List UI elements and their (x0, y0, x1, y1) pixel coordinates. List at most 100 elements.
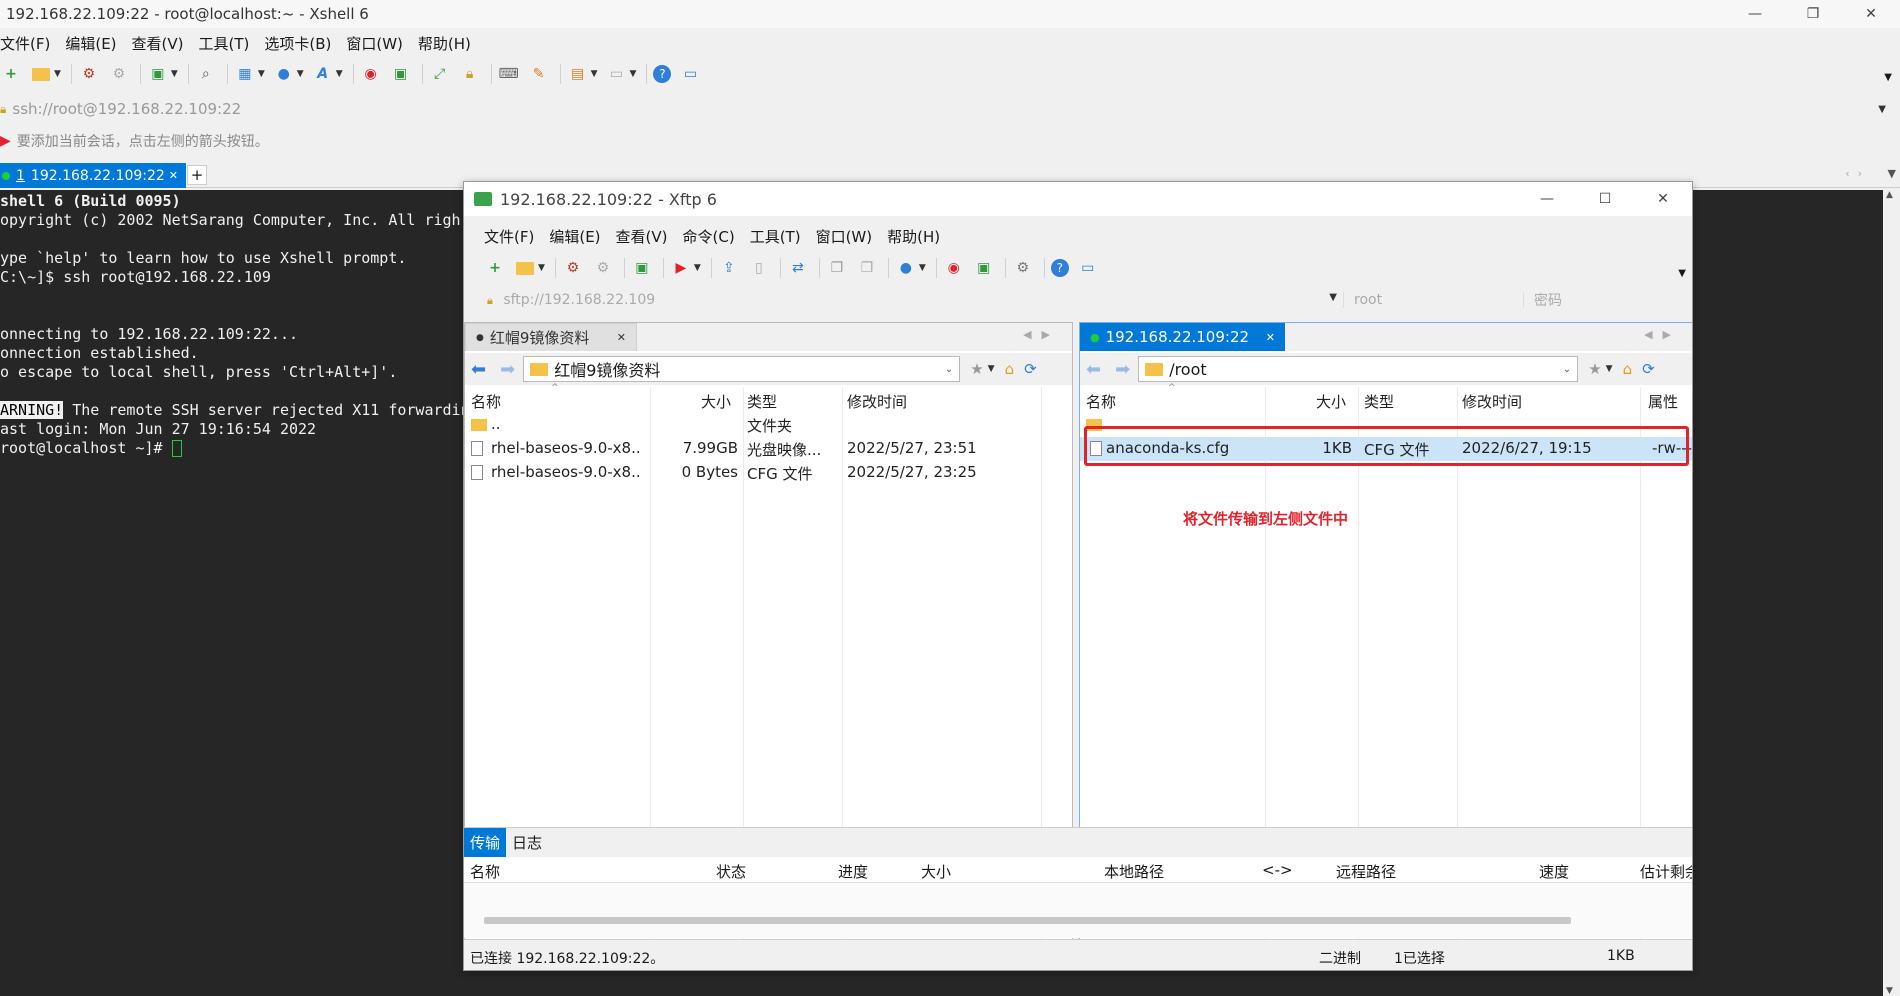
xftp-menu-tools[interactable]: 工具(T) (750, 226, 801, 247)
font-icon[interactable]: A (312, 63, 334, 85)
open-folder-icon[interactable] (514, 257, 536, 279)
session-address[interactable]: ssh://root@192.168.22.109:22 (12, 100, 241, 118)
col-attributes[interactable]: 属性 (1648, 391, 1678, 412)
back-arrow-icon[interactable]: ⬅ (1086, 359, 1101, 380)
col-progress[interactable]: 进度 (838, 861, 868, 882)
menu-edit[interactable]: 编辑(E) (65, 33, 116, 54)
xftp-menu-edit[interactable]: 编辑(E) (549, 226, 600, 247)
menu-help[interactable]: 帮助(H) (418, 33, 471, 54)
col-name[interactable]: 名称 (471, 391, 501, 412)
minimize-button[interactable]: — (1726, 0, 1784, 28)
xftp-maximize-button[interactable]: ☐ (1576, 182, 1634, 216)
xftp-menu-view[interactable]: 查看(V) (616, 226, 668, 247)
address-dropdown-icon[interactable]: ▼ (1878, 104, 1886, 115)
sftp-url-field[interactable]: 🔒︎ sftp://192.168.22.109 ▼ (479, 292, 1344, 308)
remote-pane-tab[interactable]: ● 192.168.22.109:22 ✕ (1080, 323, 1285, 351)
back-arrow-icon[interactable]: ⬅ (471, 359, 486, 380)
bookmark-star-icon[interactable]: ★ (1588, 360, 1601, 378)
path-dropdown-icon[interactable]: ⌄ (945, 364, 953, 375)
transfer-horizontal-scrollbar[interactable] (484, 917, 1571, 924)
menu-window[interactable]: 窗口(W) (346, 33, 403, 54)
xmanager-icon[interactable]: ◉ (360, 63, 382, 85)
path-dropdown-icon[interactable]: ⌄ (1563, 364, 1571, 375)
play-icon[interactable]: ▶ (670, 257, 692, 279)
col-status[interactable]: 状态 (716, 861, 746, 882)
reconnect-icon[interactable]: ▣ (631, 257, 653, 279)
tab-list-icon[interactable]: ▼ (1888, 167, 1896, 180)
open-folder-icon[interactable] (30, 63, 52, 85)
new-session-icon[interactable]: + (484, 257, 506, 279)
close-tab-icon[interactable]: ✕ (169, 169, 178, 182)
xftp-icon[interactable]: ▣ (973, 257, 995, 279)
compose-icon[interactable]: ▭ (606, 63, 628, 85)
xftp-minimize-button[interactable]: — (1518, 182, 1576, 216)
connect-icon[interactable]: ⚙ (562, 257, 584, 279)
xftp-menu-command[interactable]: 命令(C) (683, 226, 735, 247)
tab-scroll-arrows-icon[interactable]: ‹› (1845, 167, 1870, 180)
fullscreen-icon[interactable]: ⤢ (429, 63, 451, 85)
xftp-menu-help[interactable]: 帮助(H) (887, 226, 940, 247)
disconnect-icon[interactable]: ⚙ (592, 257, 614, 279)
refresh-icon[interactable]: ⟳ (1024, 360, 1037, 378)
session-tab[interactable]: 1 192.168.22.109:22 ✕ (0, 163, 186, 188)
col-size[interactable]: 大小 (921, 861, 951, 882)
settings-gear-icon[interactable]: ⚙ (1012, 257, 1034, 279)
col-name[interactable]: 名称 (1086, 391, 1116, 412)
xftp-close-button[interactable]: ✕ (1634, 182, 1692, 216)
menu-tools[interactable]: 工具(T) (199, 33, 250, 54)
lock-icon[interactable]: 🔒︎ (459, 63, 481, 85)
highlight-icon[interactable]: ✎ (528, 63, 550, 85)
terminal-scrollbar[interactable]: ▲ ▼ (1883, 190, 1900, 996)
add-tab-button[interactable]: + (187, 165, 207, 185)
col-name[interactable]: 名称 (470, 861, 500, 882)
script-icon[interactable]: ▤ (567, 63, 589, 85)
tab-transfer[interactable]: 传输 (464, 828, 507, 857)
home-icon[interactable]: ⌂ (1623, 360, 1633, 378)
forward-arrow-icon[interactable]: ➡ (500, 359, 515, 380)
col-size[interactable]: 大小 (1316, 391, 1346, 412)
home-icon[interactable]: ⌂ (1005, 360, 1015, 378)
col-direction[interactable]: <-> (1262, 861, 1293, 879)
pane-tab-arrows-icon[interactable]: ◀▶ (1023, 328, 1060, 341)
restore-button[interactable]: ❐ (1784, 0, 1842, 28)
sync-icon[interactable]: ⇄ (787, 257, 809, 279)
xftp-menu-window[interactable]: 窗口(W) (816, 226, 873, 247)
close-button[interactable]: ✕ (1842, 0, 1900, 28)
layout-icon[interactable]: ▦ (234, 63, 256, 85)
menu-file[interactable]: 文件(F) (0, 33, 50, 54)
xshell-address-bar[interactable]: 🔒︎ ssh://root@192.168.22.109:22 ▼ (0, 97, 1890, 121)
menu-tabs[interactable]: 选项卡(B) (264, 33, 331, 54)
close-tab-icon[interactable]: ✕ (1266, 331, 1275, 344)
pane-tab-arrows-icon[interactable]: ◀▶ (1644, 328, 1681, 341)
close-tab-icon[interactable]: ✕ (617, 331, 626, 344)
xftp-toolbar-overflow-icon[interactable]: ▼ (1678, 268, 1686, 279)
disconnect-icon[interactable]: ⚙ (108, 63, 130, 85)
url-dropdown-icon[interactable]: ▼ (1329, 292, 1337, 303)
password-field[interactable]: 密码 (1524, 290, 1562, 310)
transfer-mode[interactable]: 二进制 (1319, 948, 1361, 968)
col-eta[interactable]: 估计剩余 (1640, 861, 1692, 882)
menu-view[interactable]: 查看(V) (132, 33, 184, 54)
forward-arrow-icon[interactable]: ➡ (1115, 359, 1130, 380)
download-icon[interactable]: ▯ (748, 257, 770, 279)
toolbar-overflow-icon[interactable]: ▼ (1884, 72, 1892, 83)
xftp-icon[interactable]: ▣ (390, 63, 412, 85)
globe-icon[interactable]: ● (273, 63, 295, 85)
username-field[interactable]: root (1344, 292, 1524, 308)
bookmark-dropdown-icon[interactable]: ▼ (988, 364, 995, 374)
remote-path-field[interactable]: /root ⌄ (1138, 356, 1579, 382)
scroll-down-icon[interactable]: ▼ (1886, 986, 1893, 996)
xftp-menu-file[interactable]: 文件(F) (484, 226, 534, 247)
table-row[interactable]: .. 文件夹 (465, 413, 1072, 437)
new-session-icon[interactable]: + (0, 63, 22, 85)
help-icon[interactable]: ? (653, 65, 672, 83)
upload-icon[interactable]: ⇪ (718, 257, 740, 279)
globe-icon[interactable]: ● (895, 257, 917, 279)
col-type[interactable]: 类型 (747, 391, 777, 412)
transfer-list[interactable] (464, 883, 1692, 938)
col-remote-path[interactable]: 远程路径 (1336, 861, 1396, 882)
refresh-icon[interactable]: ⟳ (1642, 360, 1655, 378)
bookmark-star-icon[interactable]: ★ (970, 360, 983, 378)
connect-icon[interactable]: ⚙ (78, 63, 100, 85)
table-row[interactable]: rhel-baseos-9.0-x8... 7.99GB 光盘映像... 202… (465, 437, 1072, 461)
